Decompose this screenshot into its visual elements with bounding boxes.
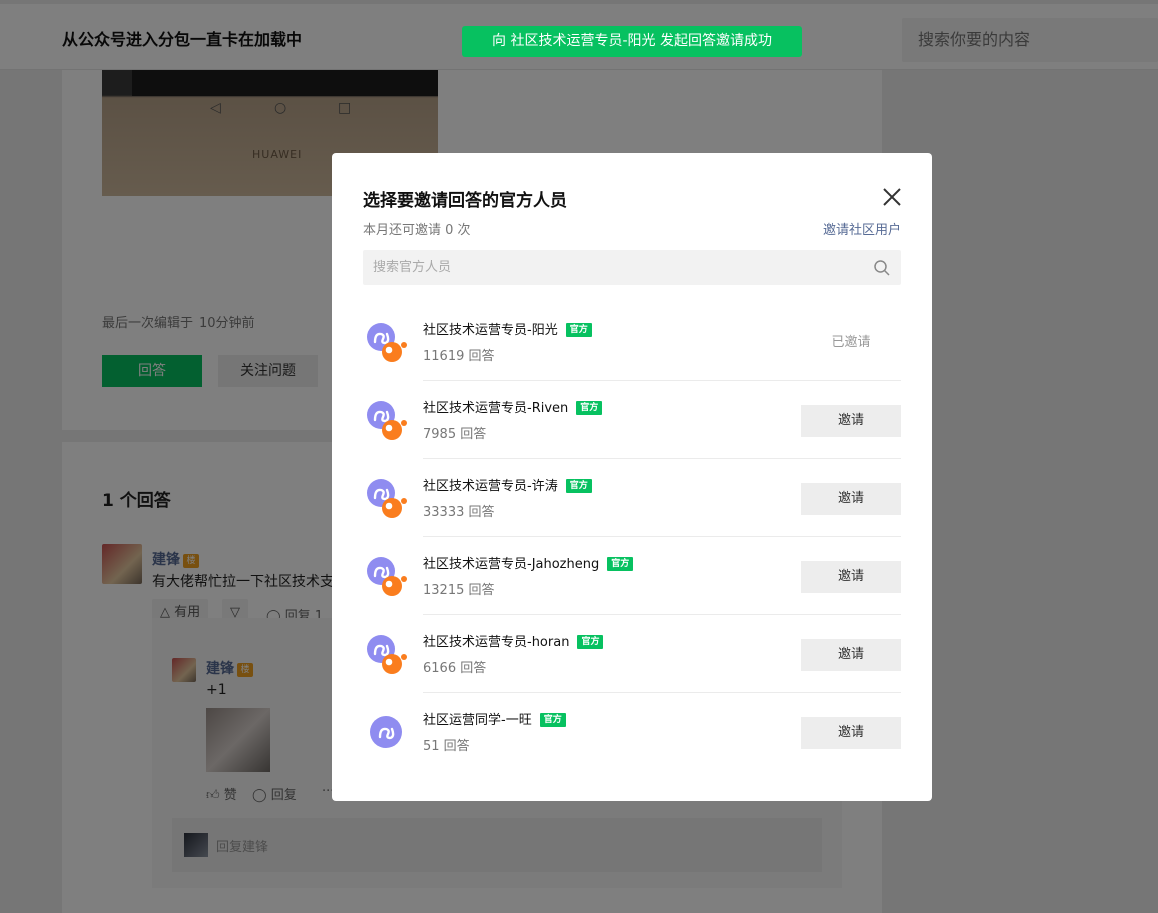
staff-name[interactable]: 社区技术运营专员-horan 官方 xyxy=(423,631,604,650)
miniprogram-logo-icon xyxy=(367,635,407,674)
invite-quota: 本月还可邀请 0 次 xyxy=(363,223,471,238)
miniprogram-logo-icon xyxy=(367,557,407,596)
official-badge: 官方 xyxy=(565,323,592,337)
staff-search-input[interactable] xyxy=(363,250,901,285)
staff-name-text: 社区技术运营专员-阳光 xyxy=(423,323,558,338)
staff-row: 社区运营同学-一旺 官方 51 回答 邀请 xyxy=(363,693,901,771)
staff-row: 社区技术运营专员-horan 官方 6166 回答 邀请 xyxy=(363,615,901,693)
invite-community-user-link[interactable]: 邀请社区用户 xyxy=(823,219,901,238)
invited-status: 已邀请 xyxy=(801,327,901,359)
invite-button[interactable]: 邀请 xyxy=(801,639,901,671)
staff-name[interactable]: 社区技术运营专员-许涛 官方 xyxy=(423,475,592,494)
staff-row: 社区技术运营专员-Riven 官方 7985 回答 邀请 xyxy=(363,381,901,459)
staff-row: 社区技术运营专员-阳光 官方 11619 回答 已邀请 xyxy=(363,303,901,381)
staff-name-text: 社区技术运营专员-Jahozheng xyxy=(423,557,600,572)
invite-dialog: 选择要邀请回答的官方人员 本月还可邀请 0 次 邀请社区用户 社区技术运营专员-… xyxy=(332,153,932,801)
staff-name[interactable]: 社区技术运营专员-阳光 官方 xyxy=(423,319,592,338)
staff-name-text: 社区技术运营专员-许涛 xyxy=(423,479,558,494)
miniprogram-logo-icon xyxy=(367,401,407,440)
staff-name-text: 社区技术运营专员-Riven xyxy=(423,401,569,416)
staff-row: 社区技术运营专员-许涛 官方 33333 回答 邀请 xyxy=(363,459,901,537)
official-badge: 官方 xyxy=(565,479,592,493)
staff-name[interactable]: 社区运营同学-一旺 官方 xyxy=(423,709,566,728)
answer-count: 7985 回答 xyxy=(423,427,487,442)
official-badge: 官方 xyxy=(539,713,566,727)
answer-count: 11619 回答 xyxy=(423,349,495,364)
close-icon[interactable] xyxy=(880,185,904,209)
staff-name-text: 社区技术运营专员-horan xyxy=(423,635,570,650)
answer-count: 6166 回答 xyxy=(423,661,487,676)
staff-row: 社区技术运营专员-Jahozheng 官方 13215 回答 邀请 xyxy=(363,537,901,615)
official-badge: 官方 xyxy=(576,401,603,415)
staff-name[interactable]: 社区技术运营专员-Jahozheng 官方 xyxy=(423,553,634,572)
success-toast: 向 社区技术运营专员-阳光 发起回答邀请成功 xyxy=(462,26,802,57)
search-icon[interactable] xyxy=(873,259,891,277)
staff-list: 社区技术运营专员-阳光 官方 11619 回答 已邀请 社区技术运营专员-Rive… xyxy=(363,303,901,771)
invite-button[interactable]: 邀请 xyxy=(801,483,901,515)
official-badge: 官方 xyxy=(577,635,604,649)
official-badge: 官方 xyxy=(607,557,634,571)
answer-count: 33333 回答 xyxy=(423,505,495,520)
miniprogram-logo-icon xyxy=(367,479,407,518)
miniprogram-logo-icon xyxy=(367,323,407,362)
staff-search xyxy=(363,250,901,285)
answer-count: 51 回答 xyxy=(423,739,470,754)
staff-name-text: 社区运营同学-一旺 xyxy=(423,713,532,728)
invite-button[interactable]: 邀请 xyxy=(801,561,901,593)
dialog-title: 选择要邀请回答的官方人员 xyxy=(363,191,567,211)
staff-name[interactable]: 社区技术运营专员-Riven 官方 xyxy=(423,397,603,416)
miniprogram-logo-plain-icon xyxy=(370,716,402,748)
invite-button[interactable]: 邀请 xyxy=(801,405,901,437)
answer-count: 13215 回答 xyxy=(423,583,495,598)
invite-button[interactable]: 邀请 xyxy=(801,717,901,749)
